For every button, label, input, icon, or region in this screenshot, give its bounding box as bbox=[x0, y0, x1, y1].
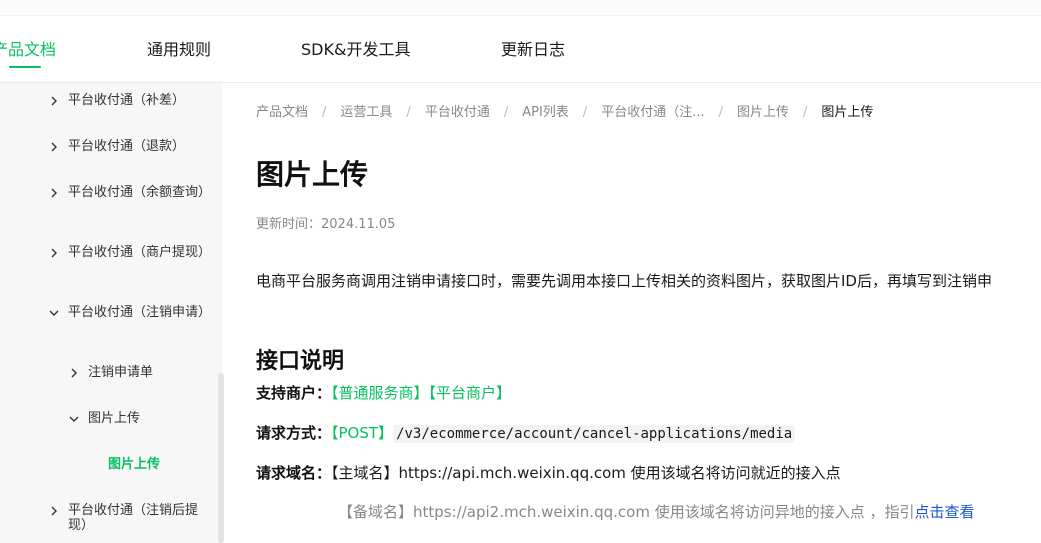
breadcrumb-separator: / bbox=[718, 105, 723, 120]
breadcrumb-separator: / bbox=[803, 105, 808, 120]
breadcrumb-separator: / bbox=[582, 105, 588, 120]
sidebar-item-merchant-withdraw[interactable]: 平台收付通（商户提现） bbox=[48, 245, 212, 260]
sidebar-item-image-upload[interactable]: 图片上传 bbox=[108, 457, 222, 472]
sidebar-item-cancel-application[interactable]: 平台收付通（注销申请） bbox=[48, 305, 212, 320]
support-label: 支持商户： bbox=[256, 384, 332, 402]
page-title: 图片上传 bbox=[256, 158, 369, 191]
support-value: 【普通服务商】 bbox=[331, 384, 429, 402]
sidebar-item-label: 注销申请单 bbox=[88, 365, 154, 380]
breadcrumb-item[interactable]: 图片上传 bbox=[737, 105, 789, 120]
active-tab-underline bbox=[9, 66, 41, 68]
sidebar-item-label: 平台收付通（退款） bbox=[68, 139, 186, 154]
sidebar-item-profit-sharing-diff[interactable]: 平台收付通（补差） bbox=[48, 93, 208, 108]
backup-domain-row: 【备域名】https://api2.mch.weixin.qq.com 使用该域… bbox=[338, 501, 974, 522]
breadcrumb-separator: / bbox=[406, 105, 411, 120]
tab-product-docs[interactable]: 产品文档 bbox=[0, 36, 56, 60]
sidebar-item-label: 平台收付通（余额查询） bbox=[68, 185, 212, 200]
tab-changelog[interactable]: 更新日志 bbox=[501, 36, 565, 60]
sidebar-item-balance-query[interactable]: 平台收付通（余额查询） bbox=[48, 185, 212, 200]
chevron-right-icon bbox=[51, 248, 57, 258]
support-value: 【平台商户】 bbox=[428, 384, 512, 402]
method-row: 请求方式：【POST】/v3/ecommerce/account/cancel-… bbox=[256, 422, 796, 443]
sidebar-item-label: 图片上传 bbox=[88, 411, 141, 426]
breadcrumb-item[interactable]: 运营工具 bbox=[340, 105, 392, 120]
tab-general-rules[interactable]: 通用规则 bbox=[147, 36, 211, 60]
breadcrumb-item[interactable]: API列表 bbox=[522, 105, 569, 120]
top-nav-bar: 产品文档 通用规则 SDK&开发工具 更新日志 bbox=[0, 0, 1041, 83]
sidebar-scrollbar[interactable] bbox=[218, 373, 224, 543]
sidebar-item-label: 平台收付通（补差） bbox=[68, 93, 186, 108]
view-guide-link[interactable]: 点击查看 bbox=[914, 503, 974, 521]
domain-label: 请求域名： bbox=[256, 464, 332, 482]
breadcrumb-item[interactable]: 平台收付通 bbox=[425, 105, 490, 120]
breadcrumb-item[interactable]: 平台收付通（注... bbox=[601, 105, 704, 120]
sidebar-item-label: 平台收付通（注销后提现） bbox=[68, 503, 199, 533]
method-value: 【POST】 bbox=[331, 424, 394, 442]
sidebar-item-post-cancel-withdraw[interactable]: 平台收付通（注销后提现） bbox=[48, 503, 208, 533]
chevron-right-icon bbox=[51, 142, 57, 152]
api-path: /v3/ecommerce/account/cancel-application… bbox=[393, 425, 796, 443]
breadcrumb-item[interactable]: 产品文档 bbox=[256, 105, 308, 120]
backup-domain: 【备域名】https://api2.mch.weixin.qq.com 使用该域… bbox=[338, 503, 915, 521]
chevron-right-icon bbox=[51, 506, 57, 516]
method-label: 请求方式： bbox=[256, 424, 332, 442]
sidebar-item-label: 图片上传 bbox=[108, 457, 161, 472]
sidebar-item-cancel-form[interactable]: 注销申请单 bbox=[68, 365, 222, 380]
breadcrumb-current: 图片上传 bbox=[821, 105, 874, 120]
breadcrumb-separator: / bbox=[503, 105, 509, 120]
sidebar-item-label: 平台收付通（注销申请） bbox=[68, 305, 212, 320]
intro-paragraph: 电商平台服务商调用注销申请接口时，需要先调用本接口上传相关的资料图片，获取图片I… bbox=[256, 272, 992, 290]
section-title: 接口说明 bbox=[256, 349, 345, 374]
breadcrumb-separator: / bbox=[322, 105, 327, 120]
breadcrumb: 产品文档 / 运营工具 / 平台收付通 / API列表 / 平台收付通（注... / 图片上传 / 图片… bbox=[256, 101, 873, 120]
sidebar-item-image-upload-group[interactable]: 图片上传 bbox=[68, 411, 222, 426]
tab-sdk-tools[interactable]: SDK&开发工具 bbox=[301, 36, 410, 60]
update-time: 更新时间：2024.11.05 bbox=[256, 217, 396, 232]
chevron-right-icon bbox=[71, 368, 77, 378]
sidebar-item-refund[interactable]: 平台收付通（退款） bbox=[48, 139, 208, 154]
sidebar-item-label: 平台收付通（商户提现） bbox=[68, 245, 212, 260]
top-strip bbox=[0, 0, 1041, 16]
chevron-down-icon bbox=[49, 310, 59, 316]
domain-row: 请求域名：【主域名】https://api.mch.weixin.qq.com … bbox=[256, 462, 841, 483]
primary-domain: 【主域名】https://api.mch.weixin.qq.com 使用该域名… bbox=[331, 464, 841, 482]
support-row: 支持商户：【普通服务商】【平台商户】 bbox=[256, 382, 511, 403]
chevron-down-icon bbox=[69, 416, 79, 422]
chevron-right-icon bbox=[51, 96, 57, 106]
chevron-right-icon bbox=[51, 188, 57, 198]
sidebar: 平台收付通（补差） 平台收付通（退款） 平台收付通（余额查询） 平台收付通（商户… bbox=[0, 83, 222, 543]
